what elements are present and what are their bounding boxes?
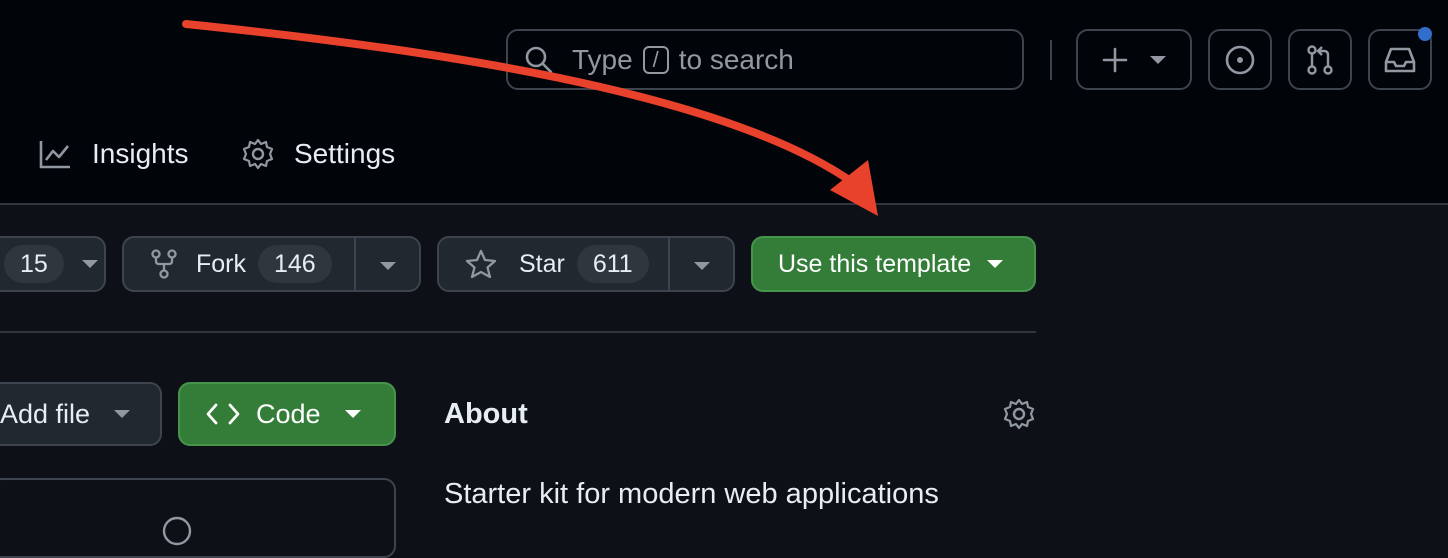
fork-count: 146 — [258, 245, 332, 283]
code-icon — [206, 401, 240, 427]
code-label: Code — [256, 398, 321, 429]
tab-settings-label: Settings — [294, 138, 396, 169]
chevron-down-icon — [987, 260, 1004, 268]
add-file-button[interactable]: Add file — [0, 382, 162, 446]
plus-icon — [1102, 47, 1128, 73]
use-template-button[interactable]: Use this template — [751, 236, 1036, 292]
code-button[interactable]: Code — [178, 382, 396, 446]
star-button[interactable]: Star 611 — [437, 236, 735, 292]
search-icon — [524, 45, 554, 80]
tab-insights[interactable]: Insights — [38, 138, 189, 170]
fork-label: Fork — [196, 249, 246, 278]
watch-count: 15 — [4, 245, 64, 283]
use-template-label: Use this template — [778, 249, 972, 278]
search-placeholder: Type / to search — [572, 44, 794, 75]
chevron-down-icon — [114, 410, 131, 418]
chevron-down-icon — [81, 260, 98, 268]
add-file-label: Add file — [0, 398, 91, 429]
history-icon — [160, 514, 194, 548]
repo-forked-icon — [150, 249, 178, 279]
git-pull-request-icon — [1304, 44, 1336, 76]
section-divider — [0, 331, 1036, 333]
search-shortcut-key: / — [642, 46, 669, 74]
header-divider — [1050, 40, 1052, 80]
tab-insights-label: Insights — [92, 138, 189, 169]
notification-indicator — [1418, 27, 1432, 41]
fork-button[interactable]: Fork 146 — [122, 236, 421, 292]
watch-button[interactable]: 15 — [0, 236, 106, 292]
inbox-icon — [1383, 45, 1417, 75]
fork-split-divider — [354, 238, 356, 290]
tab-settings[interactable]: Settings — [242, 138, 395, 170]
gear-icon — [242, 138, 274, 170]
star-label: Star — [519, 249, 565, 278]
search-input[interactable]: Type / to search — [506, 29, 1024, 90]
graph-icon — [38, 138, 72, 170]
issues-button[interactable] — [1208, 29, 1272, 90]
app-header: Type / to search Insights Settings — [0, 0, 1448, 205]
star-split-divider — [668, 238, 670, 290]
chevron-down-icon — [344, 410, 361, 418]
chevron-down-icon[interactable] — [694, 262, 710, 270]
pull-requests-button[interactable] — [1288, 29, 1352, 90]
chevron-down-icon — [1150, 55, 1166, 64]
create-new-button[interactable] — [1076, 29, 1192, 90]
about-heading: About — [444, 398, 528, 430]
about-settings-gear-icon[interactable] — [1003, 398, 1035, 430]
file-list-box — [0, 478, 396, 558]
issue-opened-icon — [1224, 44, 1256, 76]
star-icon — [465, 249, 497, 279]
star-count: 611 — [576, 245, 649, 283]
about-description: Starter kit for modern web applications — [444, 478, 939, 510]
chevron-down-icon[interactable] — [380, 262, 396, 270]
